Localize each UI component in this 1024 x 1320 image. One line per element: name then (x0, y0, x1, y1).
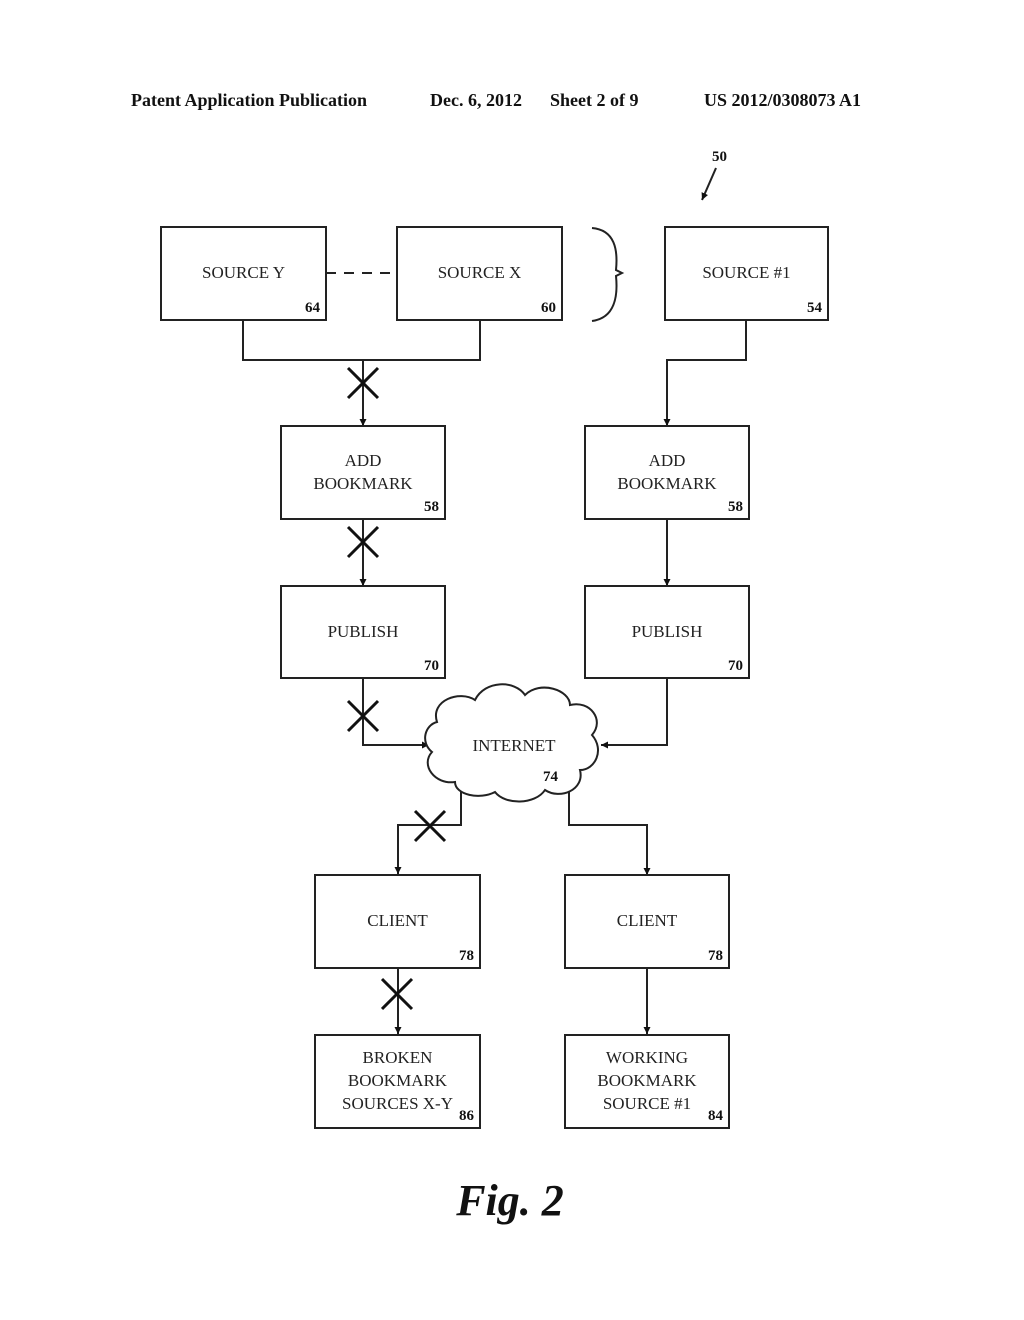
edge-publish-left-to-internet (362, 678, 429, 749)
node-label: PUBLISH (328, 622, 399, 641)
node-label: PUBLISH (632, 622, 703, 641)
node-ref-number: 64 (305, 300, 321, 316)
node-label: BOOKMARK (597, 1071, 697, 1090)
node-ref-number: 78 (459, 948, 474, 964)
node-label: SOURCE #1 (603, 1094, 691, 1113)
node-ref-number: 54 (807, 300, 823, 316)
edge-source-y-merge (242, 320, 481, 361)
node-add-bookmark-right: ADD BOOKMARK 58 (584, 425, 750, 520)
node-label: BOOKMARK (348, 1071, 448, 1090)
node-ref-number: 84 (708, 1108, 724, 1124)
figure-caption: Fig. 2 (455, 1176, 564, 1225)
node-ref-number: 58 (424, 499, 439, 515)
node-label: WORKING (606, 1048, 688, 1067)
node-label: ADD (345, 451, 382, 470)
node-source-y: SOURCE Y 64 (160, 226, 327, 321)
node-broken-bookmark: BROKEN BOOKMARK SOURCES X-Y 86 (314, 1034, 481, 1129)
node-label: SOURCE #1 (702, 263, 790, 282)
node-label: SOURCE Y (202, 263, 285, 282)
node-working-bookmark: WORKING BOOKMARK SOURCE #1 84 (564, 1034, 730, 1129)
node-client-left: CLIENT 78 (314, 874, 481, 969)
node-box (584, 425, 750, 520)
node-label: INTERNET (472, 736, 556, 755)
node-box (280, 425, 446, 520)
node-ref-number: 58 (728, 499, 743, 515)
node-publish-right: PUBLISH 70 (584, 585, 750, 679)
node-label: SOURCES X-Y (342, 1094, 453, 1113)
node-internet: INTERNET 74 (424, 683, 599, 803)
ref-internet: 74 (543, 769, 559, 785)
node-label: BOOKMARK (313, 474, 413, 493)
node-source-x: SOURCE X 60 (396, 226, 563, 321)
figure-ref-arrow (701, 167, 717, 201)
group-brace (591, 227, 625, 322)
node-ref-number: 60 (541, 300, 556, 316)
edge-publish-right-to-internet (601, 678, 668, 749)
node-ref-number: 70 (728, 658, 743, 674)
node-ref-number: 78 (708, 948, 723, 964)
node-client-right: CLIENT 78 (564, 874, 730, 969)
edge-internet-to-client-right (568, 785, 651, 875)
flow-diagram: 50 INTERNET 74 SOURCE Y64SOURCE X60SOURC… (160, 149, 829, 1225)
node-label: CLIENT (367, 911, 428, 930)
node-label: BOOKMARK (617, 474, 717, 493)
node-ref-number: 86 (459, 1108, 475, 1124)
edge-to-add-bookmark-right (663, 320, 747, 426)
edge-internet-to-client-left (394, 792, 462, 874)
node-publish-left: PUBLISH 70 (280, 585, 446, 679)
node-label: CLIENT (617, 911, 678, 930)
node-label: ADD (649, 451, 686, 470)
node-label: SOURCE X (438, 263, 522, 282)
figure-ref-50: 50 (712, 149, 727, 165)
node-source-1: SOURCE #1 54 (664, 226, 829, 321)
node-ref-number: 70 (424, 658, 439, 674)
node-add-bookmark-left: ADD BOOKMARK 58 (280, 425, 446, 520)
node-label: BROKEN (363, 1048, 433, 1067)
